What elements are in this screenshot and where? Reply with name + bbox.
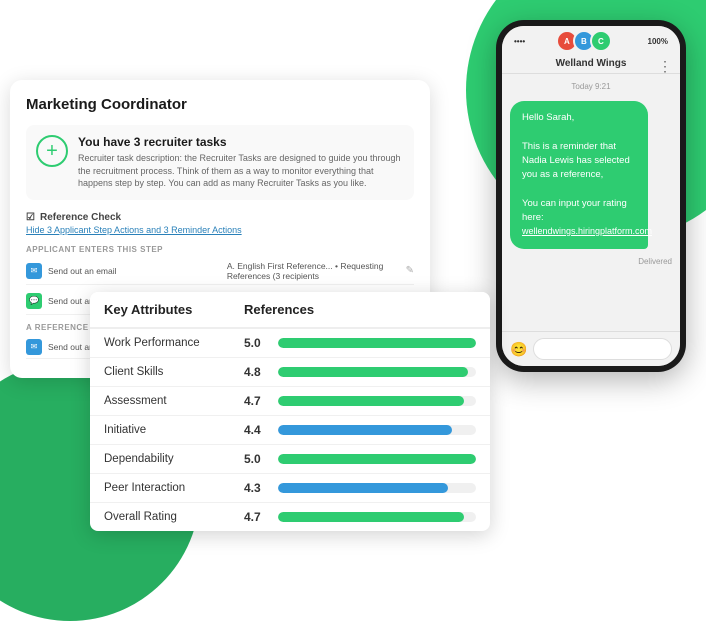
attr-name: Assessment	[90, 387, 230, 416]
table-row: Peer Interaction 4.3	[90, 474, 490, 503]
bar-bg	[278, 483, 476, 493]
attr-name: Client Skills	[90, 358, 230, 387]
chat-bubble-text: Hello Sarah,This is a reminder that Nadi…	[522, 112, 630, 223]
phone-status-bar: •••• A B C 100%	[502, 26, 680, 54]
delivered-text: Delivered	[510, 257, 672, 266]
score-value: 4.7	[244, 394, 270, 408]
phone-header: Welland Wings ⋮	[502, 54, 680, 74]
phone-screen: •••• A B C 100% Welland Wings ⋮ Today 9:…	[502, 26, 680, 366]
phone-battery: 100%	[648, 37, 668, 46]
attr-name: Dependability	[90, 445, 230, 474]
phone-shell: •••• A B C 100% Welland Wings ⋮ Today 9:…	[496, 20, 686, 372]
attributes-table: Key Attributes References Work Performan…	[90, 292, 490, 531]
attr-score-cell: 4.4	[230, 416, 490, 445]
score-value: 4.4	[244, 423, 270, 437]
checkbox-icon: ☑	[26, 212, 35, 223]
attr-name: Overall Rating	[90, 503, 230, 532]
avatar-3: C	[590, 30, 612, 52]
table-row: Assessment 4.7	[90, 387, 490, 416]
email-icon-2: 💬	[26, 293, 42, 309]
bar-fill	[278, 396, 464, 406]
attr-score-cell: 4.7	[230, 503, 490, 532]
edit-icon-1[interactable]: ✎	[406, 265, 414, 276]
phone-container: •••• A B C 100% Welland Wings ⋮ Today 9:…	[496, 20, 696, 372]
score-value: 5.0	[244, 336, 270, 350]
reference-check-link[interactable]: Hide 3 Applicant Step Actions and 3 Remi…	[26, 225, 414, 235]
chat-timestamp: Today 9:21	[510, 82, 672, 91]
bar-bg	[278, 454, 476, 464]
score-value: 4.7	[244, 510, 270, 524]
bar-bg	[278, 338, 476, 348]
attr-name: Work Performance	[90, 328, 230, 358]
attr-score-cell: 4.3	[230, 474, 490, 503]
bar-fill	[278, 425, 452, 435]
attr-score-cell: 4.8	[230, 358, 490, 387]
email-detail-1: A. English First Reference... • Requesti…	[227, 261, 400, 281]
phone-bottom-bar: 😊	[502, 331, 680, 366]
table-row: Overall Rating 4.7	[90, 503, 490, 532]
bar-fill	[278, 454, 476, 464]
plus-icon: +	[36, 135, 68, 167]
recruiter-tasks-heading: You have 3 recruiter tasks	[78, 135, 404, 149]
phone-company-name: Welland Wings	[506, 58, 676, 69]
email-icon-3: ✉	[26, 339, 42, 355]
email-icon-1: ✉	[26, 263, 42, 279]
attr-name: Peer Interaction	[90, 474, 230, 503]
chat-bubble: Hello Sarah,This is a reminder that Nadi…	[510, 101, 648, 249]
attr-score-cell: 5.0	[230, 445, 490, 474]
col2-header: References	[230, 292, 490, 328]
phone-chat-area: Today 9:21 Hello Sarah,This is a reminde…	[502, 74, 680, 331]
main-container: Marketing Coordinator + You have 3 recru…	[10, 20, 696, 531]
phone-menu-icon[interactable]: ⋮	[658, 58, 672, 75]
recruiter-tasks-content: You have 3 recruiter tasks Recruiter tas…	[78, 135, 404, 190]
attr-score-cell: 5.0	[230, 328, 490, 358]
reference-check-section: ☑ Reference Check Hide 3 Applicant Step …	[26, 212, 414, 235]
ats-card-title: Marketing Coordinator	[26, 96, 414, 113]
reference-check-title: ☑ Reference Check	[26, 212, 414, 223]
email-label-1: Send out an email	[48, 266, 221, 276]
phone-input-bar[interactable]	[533, 338, 672, 360]
section-label-1: APPLICANT ENTERS THIS STEP	[26, 245, 414, 254]
bar-fill	[278, 338, 476, 348]
bar-bg	[278, 512, 476, 522]
bar-fill	[278, 512, 464, 522]
chat-link[interactable]: wellendwings.hiringplatform.com	[522, 226, 652, 236]
table-row: Client Skills 4.8	[90, 358, 490, 387]
recruiter-tasks-description: Recruiter task description: the Recruite…	[78, 152, 404, 190]
recruiter-tasks-box: + You have 3 recruiter tasks Recruiter t…	[26, 125, 414, 200]
attr-name: Initiative	[90, 416, 230, 445]
score-value: 5.0	[244, 452, 270, 466]
table-row: Initiative 4.4	[90, 416, 490, 445]
phone-status-time: ••••	[514, 37, 525, 46]
email-row-1: ✉ Send out an email A. English First Ref…	[26, 258, 414, 285]
bar-bg	[278, 425, 476, 435]
col1-header: Key Attributes	[90, 292, 230, 328]
bar-fill	[278, 367, 468, 377]
score-value: 4.8	[244, 365, 270, 379]
bar-bg	[278, 396, 476, 406]
attr-table: Key Attributes References Work Performan…	[90, 292, 490, 531]
score-value: 4.3	[244, 481, 270, 495]
avatar-group: A B C	[561, 30, 612, 52]
attr-score-cell: 4.7	[230, 387, 490, 416]
table-row: Dependability 5.0	[90, 445, 490, 474]
bar-fill	[278, 483, 448, 493]
emoji-icon[interactable]: 😊	[510, 341, 527, 358]
bar-bg	[278, 367, 476, 377]
table-row: Work Performance 5.0	[90, 328, 490, 358]
